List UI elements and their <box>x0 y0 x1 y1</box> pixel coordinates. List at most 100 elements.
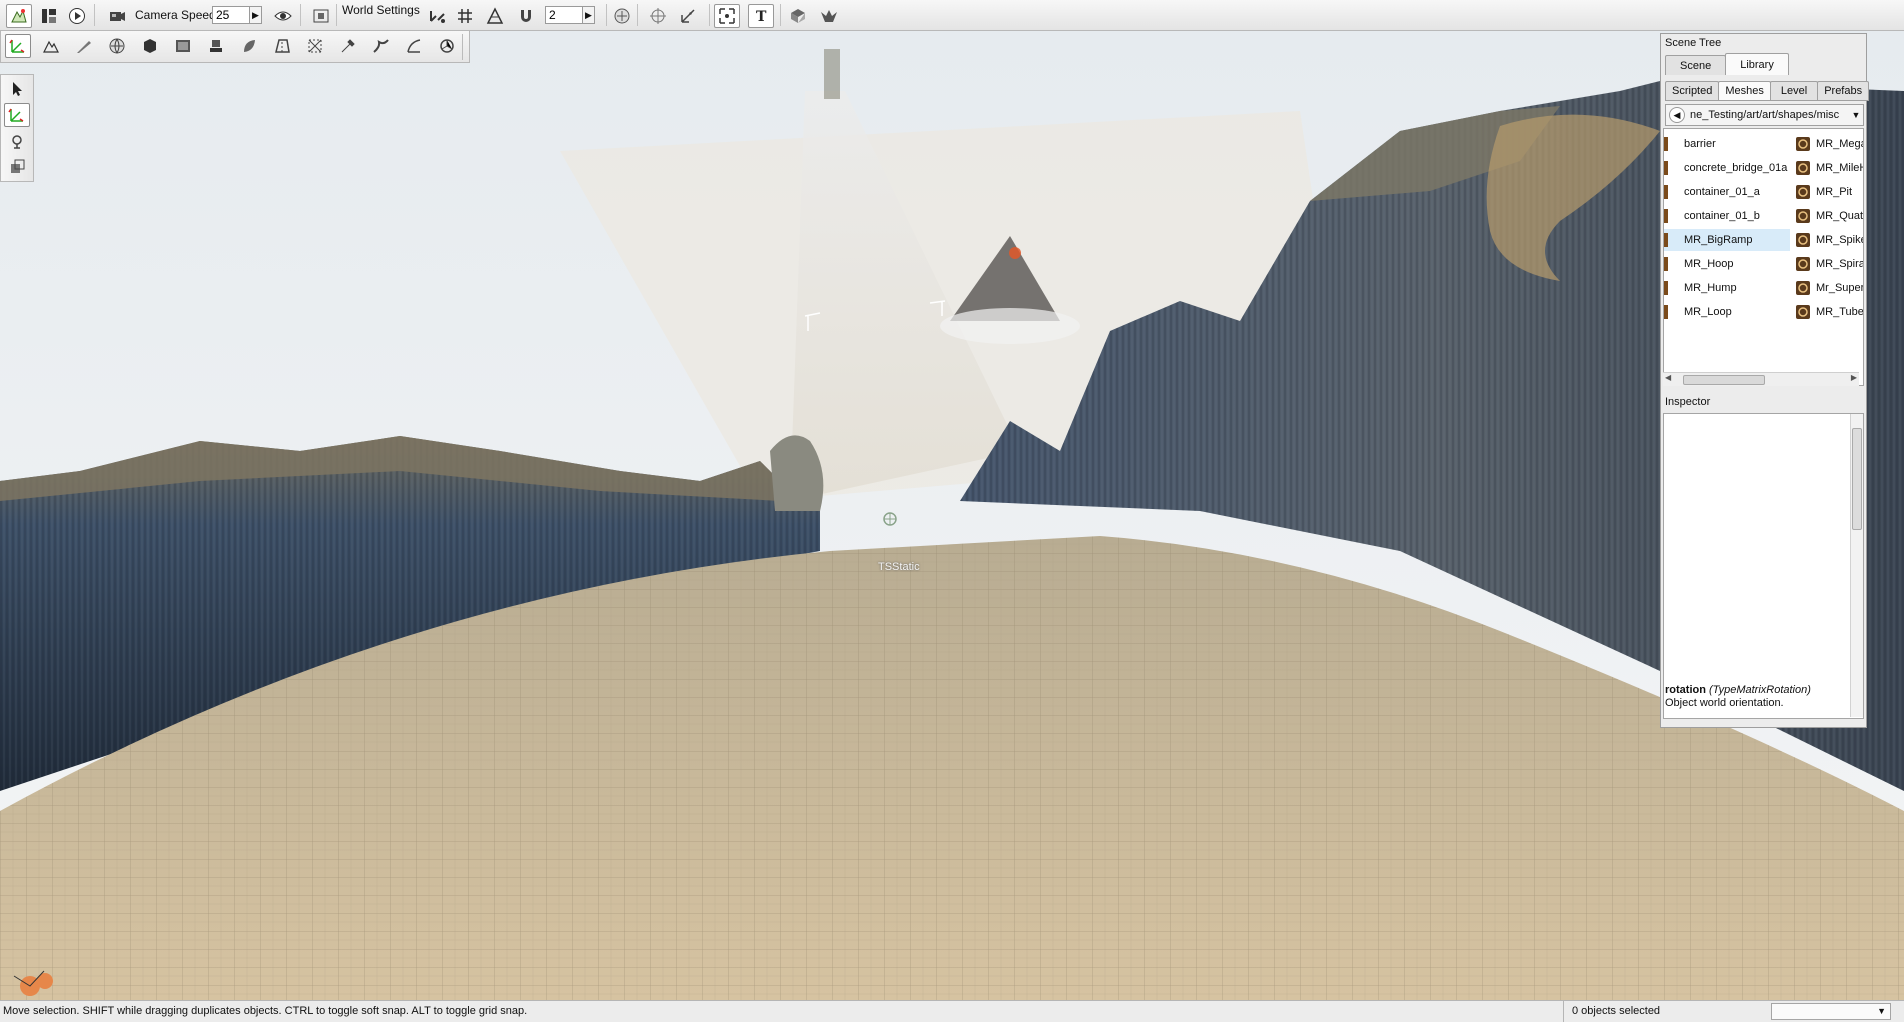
world-editor-icon[interactable] <box>6 4 32 28</box>
object-transform-icon[interactable] <box>675 4 701 28</box>
list-item[interactable]: MR_Tube <box>1796 301 1863 323</box>
mesh-icon <box>1664 257 1668 271</box>
palette-grip[interactable] <box>462 34 469 60</box>
gui-editor-icon[interactable] <box>36 4 62 28</box>
grid-size-stepper[interactable]: ▶ <box>545 4 595 26</box>
chevron-left-icon[interactable]: ◀ <box>1665 373 1671 382</box>
terrain-editor-icon[interactable] <box>38 34 64 58</box>
text-labels-icon[interactable]: T <box>748 4 774 28</box>
navmesh-editor-icon[interactable] <box>302 34 328 58</box>
mesh-icon <box>1796 185 1810 199</box>
list-item[interactable]: MR_MileHi <box>1796 157 1863 179</box>
sketch-tool-icon[interactable] <box>137 34 163 58</box>
tool-palette-horizontal <box>0 31 470 63</box>
camera-speed-input[interactable] <box>212 6 250 24</box>
list-item[interactable]: MR_Hump <box>1664 277 1790 299</box>
bounds-snap-icon[interactable] <box>482 4 508 28</box>
inspector-scrollbar[interactable] <box>1850 414 1863 717</box>
mesh-icon <box>1796 161 1810 175</box>
grid-size-input[interactable] <box>545 6 583 24</box>
list-item[interactable]: MR_Loop <box>1664 301 1790 323</box>
river-editor-icon[interactable] <box>368 34 394 58</box>
tab-level[interactable]: Level <box>1769 81 1819 101</box>
scene-viewport[interactable]: TSStatic <box>0 31 1904 1000</box>
datablock-editor-icon[interactable] <box>170 34 196 58</box>
status-bar: Move selection. SHIFT while dragging dup… <box>0 1000 1904 1022</box>
tab-scene[interactable]: Scene <box>1665 55 1727 75</box>
scene-tree-title: Scene Tree <box>1665 37 1722 49</box>
scene-tree-tabs: Scene Library <box>1665 53 1789 76</box>
camera-speed-label: Camera Speed <box>135 8 216 22</box>
chevron-down-icon[interactable]: ▼ <box>1877 1006 1886 1016</box>
camera-icon[interactable] <box>104 4 130 28</box>
mesh-icon <box>1664 281 1668 295</box>
chevron-right-icon[interactable]: ▶ <box>583 6 595 24</box>
svg-text:T: T <box>756 9 767 25</box>
tsstatic-object-label[interactable]: TSStatic <box>878 561 920 573</box>
terrain-painter-icon[interactable] <box>71 34 97 58</box>
list-item[interactable]: MR_Hoop <box>1664 253 1790 275</box>
shape-editor-icon[interactable] <box>434 34 460 58</box>
tab-meshes[interactable]: Meshes <box>1718 81 1771 101</box>
rotate-tool-icon[interactable] <box>4 129 30 153</box>
status-message: Move selection. SHIFT while dragging dup… <box>3 1005 528 1017</box>
tab-library[interactable]: Library <box>1725 53 1789 75</box>
chevron-down-icon[interactable]: ▼ <box>1849 110 1863 120</box>
scrollbar-thumb[interactable] <box>1683 375 1765 385</box>
inspector-title: Inspector <box>1665 396 1711 408</box>
grid-snap-icon[interactable] <box>452 4 478 28</box>
chevron-right-icon[interactable]: ▶ <box>250 6 262 24</box>
library-subtabs: Scripted Meshes Level Prefabs <box>1665 81 1870 101</box>
tab-prefabs[interactable]: Prefabs <box>1817 81 1870 101</box>
snap-terrain-icon[interactable] <box>424 4 450 28</box>
particle-editor-icon[interactable] <box>401 34 427 58</box>
tool-palette-vertical <box>0 74 34 182</box>
move-tool-icon[interactable] <box>4 103 30 127</box>
play-game-icon[interactable] <box>64 4 90 28</box>
material-editor-icon[interactable] <box>104 34 130 58</box>
main-toolbar: Camera Speed ▶ World Settings ▶ T <box>0 0 1904 31</box>
list-item[interactable]: barrier <box>1664 133 1790 155</box>
status-dropdown[interactable]: ▼ <box>1771 1003 1891 1020</box>
mesh-icon <box>1796 137 1810 151</box>
library-path[interactable]: ne_Testing/art/art/shapes/misc <box>1685 109 1849 121</box>
list-item[interactable]: Mr_Super <box>1796 277 1863 299</box>
visibility-eye-icon[interactable] <box>270 4 296 28</box>
list-item-selected[interactable]: MR_BigRamp <box>1664 229 1790 251</box>
mesh-icon <box>1664 185 1668 199</box>
list-item[interactable]: concrete_bridge_01a <box>1664 157 1790 179</box>
camera-speed-stepper[interactable]: ▶ <box>212 4 262 26</box>
mesh-icon <box>1664 209 1668 223</box>
chevron-right-icon[interactable]: ▶ <box>1851 373 1857 382</box>
fit-view-icon[interactable] <box>785 4 811 28</box>
mesh-icon <box>1796 209 1810 223</box>
snapshot-icon[interactable] <box>308 4 334 28</box>
list-item[interactable]: MR_Quate <box>1796 205 1863 227</box>
scrollbar-thumb[interactable] <box>1852 428 1862 530</box>
back-arrow-icon[interactable]: ◀ <box>1669 107 1685 123</box>
asset-list-scrollbar[interactable]: ◀ ▶ <box>1663 372 1859 386</box>
list-item[interactable]: MR_Spike <box>1796 229 1863 251</box>
select-arrow-icon[interactable] <box>4 77 30 101</box>
decal-editor-icon[interactable] <box>203 34 229 58</box>
scene-tree-panel: Scene Tree Scene Library Scripted Meshes… <box>1660 33 1870 728</box>
inspector-field-list[interactable] <box>1663 413 1864 719</box>
scale-tool-icon[interactable] <box>4 155 30 179</box>
object-editor-icon[interactable] <box>5 34 31 58</box>
drop-at-icon[interactable] <box>816 4 842 28</box>
object-center-icon[interactable] <box>609 4 635 28</box>
world-transform-icon[interactable] <box>645 4 671 28</box>
list-item[interactable]: container_01_a <box>1664 181 1790 203</box>
magnet-icon[interactable] <box>513 4 539 28</box>
world-settings-label[interactable]: World Settings <box>342 2 420 18</box>
list-item[interactable]: MR_Pit <box>1796 181 1863 203</box>
list-item[interactable]: MR_Mega <box>1796 133 1863 155</box>
forest-editor-icon[interactable] <box>236 34 262 58</box>
camera-select-icon[interactable] <box>714 4 740 28</box>
list-item[interactable]: container_01_b <box>1664 205 1790 227</box>
mesh-road-editor-icon[interactable] <box>269 34 295 58</box>
list-item[interactable]: MR_Spiral <box>1796 253 1863 275</box>
road-editor-icon[interactable] <box>335 34 361 58</box>
tab-scripted[interactable]: Scripted <box>1665 81 1720 101</box>
mesh-icon <box>1664 161 1668 175</box>
